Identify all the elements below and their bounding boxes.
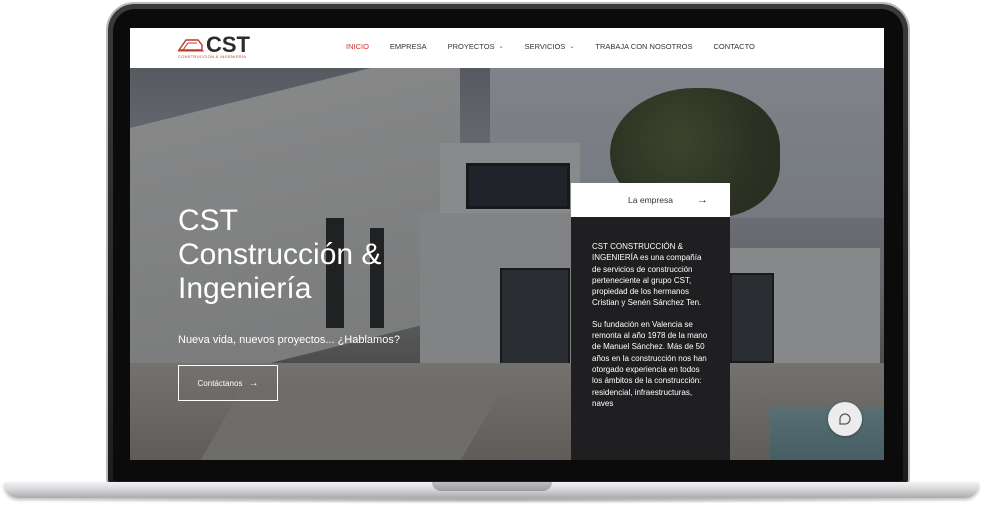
menu-item-inicio[interactable]: INICIO <box>346 42 369 51</box>
hero-title-line: Ingeniería <box>178 272 312 305</box>
menu-item-servicios[interactable]: SERVICIOS ⌄ <box>525 42 575 51</box>
website-screen: CST CONSTRUCCIÓN & INGENIERÍA INICIO EMP… <box>130 28 884 460</box>
contact-button[interactable]: Contáctanos → <box>178 365 278 401</box>
laptop-mockup: CST CONSTRUCCIÓN & INGENIERÍA INICIO EMP… <box>0 0 983 510</box>
truck-logo-icon <box>178 39 204 52</box>
arrow-right-icon: → <box>697 194 708 206</box>
about-company-label: La empresa <box>628 195 673 205</box>
chat-bubble-icon <box>839 413 851 425</box>
about-company-tab[interactable]: La empresa → <box>571 183 730 217</box>
menu-item-label: EMPRESA <box>389 42 427 51</box>
main-menu: INICIO EMPRESA PROYECTOS ⌄ SERVICIOS ⌄ T… <box>346 42 776 51</box>
logo-subtitle: CONSTRUCCIÓN & INGENIERÍA <box>178 54 247 59</box>
site-logo[interactable]: CST CONSTRUCCIÓN & INGENIERÍA <box>178 32 268 62</box>
menu-item-label: INICIO <box>346 42 369 51</box>
laptop-notch <box>432 482 552 491</box>
chevron-down-icon: ⌄ <box>498 44 504 50</box>
menu-item-label: TRABAJA CON NOSOTROS <box>595 42 693 51</box>
contact-button-label: Contáctanos <box>197 378 243 388</box>
hero-section: CST Construcción & Ingeniería Nueva vida… <box>130 68 884 460</box>
hero-subtitle: Nueva vida, nuevos proyectos... ¿Hablamo… <box>178 334 400 346</box>
menu-item-empresa[interactable]: EMPRESA <box>390 42 427 51</box>
menu-item-trabaja[interactable]: TRABAJA CON NOSOTROS <box>595 42 692 51</box>
about-paragraph: Su fundación en Valencia se remonta al a… <box>592 319 708 408</box>
menu-item-label: PROYECTOS <box>447 42 495 51</box>
about-paragraph: CST CONSTRUCCIÓN & INGENIERÍA es una com… <box>592 242 702 308</box>
menu-item-proyectos[interactable]: PROYECTOS ⌄ <box>448 42 504 51</box>
hero-title-line: CST <box>178 204 238 237</box>
hero-title-line: Construcción & <box>178 238 382 271</box>
navbar: CST CONSTRUCCIÓN & INGENIERÍA INICIO EMP… <box>130 28 884 68</box>
arrow-right-icon: → <box>248 377 259 389</box>
hero-title: CST Construcción & Ingeniería <box>178 204 458 306</box>
chevron-down-icon: ⌄ <box>569 44 575 50</box>
chat-button[interactable] <box>828 402 862 436</box>
about-company-panel: CST CONSTRUCCIÓN & INGENIERÍA es una com… <box>571 217 730 460</box>
menu-item-label: SERVICIOS <box>524 42 566 51</box>
menu-item-contacto[interactable]: CONTACTO <box>713 42 754 51</box>
menu-item-label: CONTACTO <box>713 42 755 51</box>
